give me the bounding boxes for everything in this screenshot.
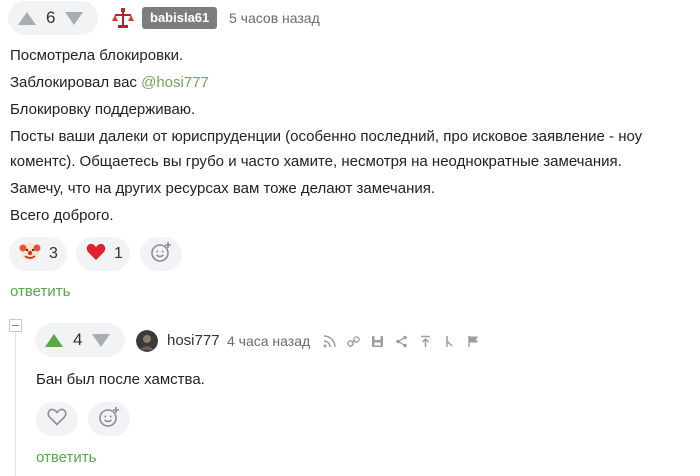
comment-line-2-text: Заблокировал вас	[10, 74, 137, 91]
add-reaction-button[interactable]	[88, 402, 130, 436]
branch-icon[interactable]	[442, 334, 456, 348]
share-icon[interactable]	[394, 334, 408, 348]
comment-line-1: Посмотрела блокировки.	[10, 47, 184, 64]
comment-vote-control: 6	[8, 1, 98, 35]
comment-line-3: Блокировку поддерживаю.	[10, 101, 196, 118]
upvote-icon[interactable]	[18, 11, 36, 25]
flag-icon[interactable]	[466, 334, 480, 348]
save-icon[interactable]	[370, 334, 384, 348]
reply-text: Бан был после хамства.	[36, 371, 205, 388]
thread-icon[interactable]	[322, 334, 336, 348]
add-emoji-icon	[150, 241, 172, 268]
collapse-thread-button[interactable]	[9, 319, 22, 332]
reaction-heart[interactable]: 1	[76, 237, 130, 271]
reply-link[interactable]: ответить	[10, 283, 70, 300]
upvote-icon[interactable]	[45, 333, 63, 347]
reply-timestamp[interactable]: 4 часа назад	[227, 333, 310, 349]
link-icon[interactable]	[346, 334, 360, 348]
comment-username[interactable]: babisla61	[142, 7, 218, 29]
reply-avatar[interactable]	[136, 330, 158, 352]
mention-link[interactable]: @hosi777	[141, 74, 209, 91]
heart-outline-icon	[47, 408, 67, 431]
downvote-icon[interactable]	[92, 333, 111, 347]
reply-link[interactable]: ответить	[36, 449, 96, 466]
comment-line-2: Заблокировал вас @hosi777	[10, 69, 209, 96]
clown-emoji-icon	[19, 241, 41, 268]
reply-rating: 4	[73, 330, 83, 349]
heart-icon	[86, 243, 106, 266]
reaction-clown[interactable]: 3	[9, 237, 67, 271]
comment-line-6: Замечу, что на других ресурсах вам тоже …	[10, 180, 436, 197]
up-icon[interactable]	[418, 334, 432, 348]
reply-vote-control: 4	[35, 323, 125, 357]
comment-rating: 6	[46, 8, 56, 27]
comment-line-7: Всего доброго.	[10, 207, 114, 224]
comment-timestamp[interactable]: 5 часов назад	[229, 10, 320, 26]
add-reaction-button[interactable]	[140, 237, 182, 271]
thread-line[interactable]	[15, 332, 16, 476]
comment-line-5: коментс). Общаетесь вы грубо и часто хам…	[10, 153, 622, 170]
reply-username[interactable]: hosi777	[167, 332, 220, 349]
reaction-heart-count: 1	[114, 245, 123, 262]
avatar[interactable]	[111, 6, 135, 30]
reaction-clown-count: 3	[49, 245, 58, 262]
downvote-icon[interactable]	[65, 11, 84, 25]
add-emoji-icon	[98, 406, 120, 433]
like-button[interactable]	[36, 402, 78, 436]
comment-line-4: Посты ваши далеки от юриспруденции (особ…	[10, 128, 643, 145]
